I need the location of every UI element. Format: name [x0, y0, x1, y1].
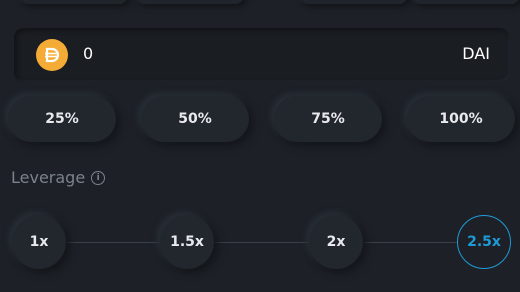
- info-icon[interactable]: i: [91, 170, 106, 185]
- leverage-1x-option[interactable]: 1x: [12, 215, 66, 269]
- leverage-track-3: [363, 242, 458, 243]
- leverage-track-1: [66, 242, 161, 243]
- token-symbol: DAI: [462, 44, 490, 63]
- percent-25-button[interactable]: 25%: [8, 96, 116, 142]
- leverage-track-2: [214, 242, 309, 243]
- top-pill-3[interactable]: [300, 0, 408, 4]
- leverage-label: Leverage i: [11, 168, 106, 187]
- amount-input-box[interactable]: 0 DAI: [14, 28, 510, 82]
- top-pill-4[interactable]: [412, 0, 520, 4]
- leverage-2x-option[interactable]: 2x: [309, 215, 363, 269]
- leverage-2-5x-option[interactable]: 2.5x: [457, 215, 511, 269]
- leverage-1-5x-option[interactable]: 1.5x: [160, 215, 214, 269]
- leverage-label-text: Leverage: [11, 168, 86, 187]
- dai-icon: [36, 39, 68, 71]
- percent-50-button[interactable]: 50%: [141, 96, 249, 142]
- amount-value[interactable]: 0: [83, 44, 93, 63]
- top-pill-1[interactable]: [20, 0, 128, 4]
- top-pill-2[interactable]: [136, 0, 244, 4]
- percent-75-button[interactable]: 75%: [274, 96, 382, 142]
- percent-100-button[interactable]: 100%: [407, 96, 515, 142]
